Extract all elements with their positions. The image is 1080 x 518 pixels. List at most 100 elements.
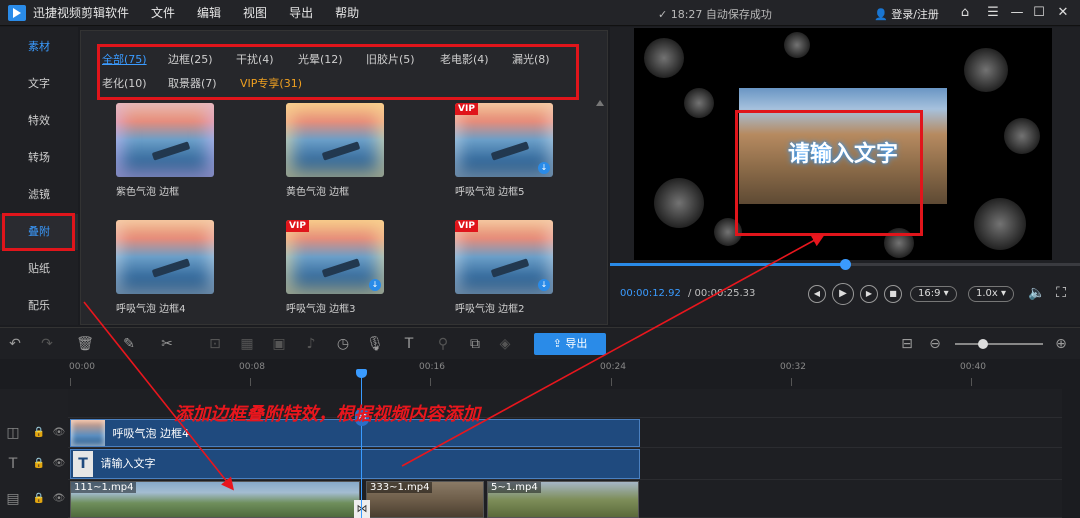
- text-tool-icon[interactable]: T: [400, 335, 418, 353]
- menu-view[interactable]: 视图: [243, 4, 267, 21]
- menu-icon[interactable]: ☰: [984, 4, 1002, 22]
- scroll-up-icon[interactable]: [596, 100, 604, 106]
- download-icon[interactable]: ↓: [538, 162, 550, 174]
- boat-image: [151, 141, 191, 161]
- vip-badge: VIP: [286, 220, 309, 232]
- vip-badge: VIP: [455, 103, 478, 115]
- eye-icon[interactable]: 👁: [50, 455, 68, 473]
- nav-transition[interactable]: 转场: [0, 140, 78, 176]
- boat-image: [321, 141, 361, 161]
- nav-filter[interactable]: 滤镜: [0, 177, 78, 213]
- clip-overlay-thumb: [71, 420, 105, 446]
- boat-image: [490, 141, 530, 161]
- thumb-label: 呼吸气泡 边框2: [455, 304, 525, 315]
- playback-progress-knob[interactable]: [840, 259, 851, 270]
- menu-file[interactable]: 文件: [151, 4, 175, 21]
- undo-icon[interactable]: ↶: [6, 335, 24, 353]
- ruler-line: [70, 378, 71, 386]
- freeze-icon[interactable]: ▣: [270, 335, 288, 353]
- ruler-line: [791, 378, 792, 386]
- timeline-ruler[interactable]: [68, 359, 1080, 389]
- home-icon[interactable]: ⌂: [956, 4, 974, 22]
- thumb-breath-bubble-5[interactable]: VIP ↓: [455, 103, 553, 177]
- nav-text[interactable]: 文字: [0, 66, 78, 102]
- zoom-slider-track[interactable]: [955, 343, 1043, 345]
- layers-icon: ◫: [6, 425, 20, 441]
- track-head-overlay: ◫ 🔒 👁: [0, 418, 68, 448]
- marker-icon[interactable]: ◈: [496, 335, 514, 353]
- thumb-label: 黄色气泡 边框: [286, 187, 350, 198]
- play-icon[interactable]: ▶: [832, 283, 854, 305]
- clip-video-1[interactable]: 111~1.mp4: [70, 481, 360, 518]
- speed-select[interactable]: 1.0x ▾: [968, 286, 1015, 302]
- download-icon[interactable]: ↓: [369, 279, 381, 291]
- edit-icon[interactable]: ✎: [120, 335, 138, 353]
- nav-effects[interactable]: 特效: [0, 103, 78, 139]
- crop-icon[interactable]: ⊡: [206, 335, 224, 353]
- delete-icon[interactable]: 🗑: [76, 335, 94, 353]
- menu-edit[interactable]: 编辑: [197, 4, 221, 21]
- ruler-tick: 00:08: [239, 362, 265, 372]
- eye-icon[interactable]: 👁: [50, 424, 68, 442]
- thumb-label: 呼吸气泡 边框5: [455, 187, 525, 198]
- zoom-slider-knob[interactable]: [978, 339, 988, 349]
- speed-icon[interactable]: ◷: [334, 335, 352, 353]
- clip-video-2[interactable]: 333~1.mp4: [366, 481, 484, 518]
- ruler-tick: 00:00: [69, 362, 95, 372]
- minimize-icon[interactable]: —: [1008, 4, 1026, 22]
- bokeh-light: [1004, 118, 1040, 154]
- menu-export[interactable]: 导出: [289, 4, 313, 21]
- ruler-tick: 00:24: [600, 362, 626, 372]
- lock-icon[interactable]: 🔒: [30, 424, 48, 442]
- maximize-icon[interactable]: ☐: [1030, 4, 1048, 22]
- color-icon[interactable]: ⚲: [434, 335, 452, 353]
- lock-icon[interactable]: 🔒: [30, 455, 48, 473]
- clip-video-3-label: 5~1.mp4: [488, 482, 541, 493]
- zoom-in-icon[interactable]: ⊕: [1052, 335, 1070, 353]
- login-label: 登录/注册: [891, 8, 939, 21]
- login-button[interactable]: 👤 登录/注册: [874, 6, 939, 22]
- audio-icon[interactable]: ♪: [302, 335, 320, 353]
- thumb-label: 紫色气泡 边框: [116, 187, 180, 198]
- thumb-purple-bubble[interactable]: [116, 103, 214, 177]
- fullscreen-icon[interactable]: ⛶: [1052, 284, 1070, 302]
- playhead-handle[interactable]: [356, 369, 367, 378]
- nav-sticker[interactable]: 贴纸: [0, 251, 78, 287]
- clip-text[interactable]: T 请输入文字: [70, 449, 640, 479]
- mosaic-icon[interactable]: ▦: [238, 335, 256, 353]
- transition-bowtie-icon[interactable]: ⋈: [354, 500, 370, 518]
- highlight-preview: [735, 110, 923, 236]
- cut-icon[interactable]: ✂: [158, 335, 176, 353]
- export-button[interactable]: ⇪ 导出: [534, 333, 606, 355]
- lock-icon[interactable]: 🔒: [30, 490, 48, 508]
- thumb-yellow-bubble[interactable]: [286, 103, 384, 177]
- clip-video-2-label: 333~1.mp4: [367, 482, 433, 493]
- eye-icon[interactable]: 👁: [50, 490, 68, 508]
- prev-frame-icon[interactable]: ◀: [808, 285, 826, 303]
- thumb-breath-bubble-4[interactable]: [116, 220, 214, 294]
- thumb-breath-bubble-2[interactable]: VIP ↓: [455, 220, 553, 294]
- nav-material[interactable]: 素材: [0, 29, 78, 65]
- fit-icon[interactable]: ⊟: [898, 335, 916, 353]
- volume-icon[interactable]: 🔈: [1028, 284, 1046, 302]
- aspect-ratio-select[interactable]: 16:9 ▾: [910, 286, 957, 302]
- film-icon: ▤: [6, 491, 20, 507]
- mic-icon[interactable]: 🎙: [366, 335, 384, 353]
- text-track-icon: T: [8, 456, 18, 472]
- app-logo-icon: [8, 4, 26, 21]
- nav-music[interactable]: 配乐: [0, 288, 78, 324]
- zoom-out-icon[interactable]: ⊖: [926, 335, 944, 353]
- download-icon[interactable]: ↓: [538, 279, 550, 291]
- menu-help[interactable]: 帮助: [335, 4, 359, 21]
- title-bar: 迅捷视频剪辑软件 文件 编辑 视图 导出 帮助 ✓ 18:27 自动保存成功 👤…: [0, 0, 1080, 26]
- close-icon[interactable]: ✕: [1054, 4, 1072, 22]
- vip-badge: VIP: [455, 220, 478, 232]
- thumb-breath-bubble-3[interactable]: VIP ↓: [286, 220, 384, 294]
- thumb-label: 呼吸气泡 边框4: [116, 304, 186, 315]
- redo-icon[interactable]: ↷: [38, 335, 56, 353]
- next-frame-icon[interactable]: ▶: [860, 285, 878, 303]
- clip-video-3[interactable]: 5~1.mp4: [487, 481, 639, 518]
- stop-icon[interactable]: ■: [884, 285, 902, 303]
- copy-icon[interactable]: ⧉: [466, 335, 484, 353]
- boat-image: [151, 258, 191, 278]
